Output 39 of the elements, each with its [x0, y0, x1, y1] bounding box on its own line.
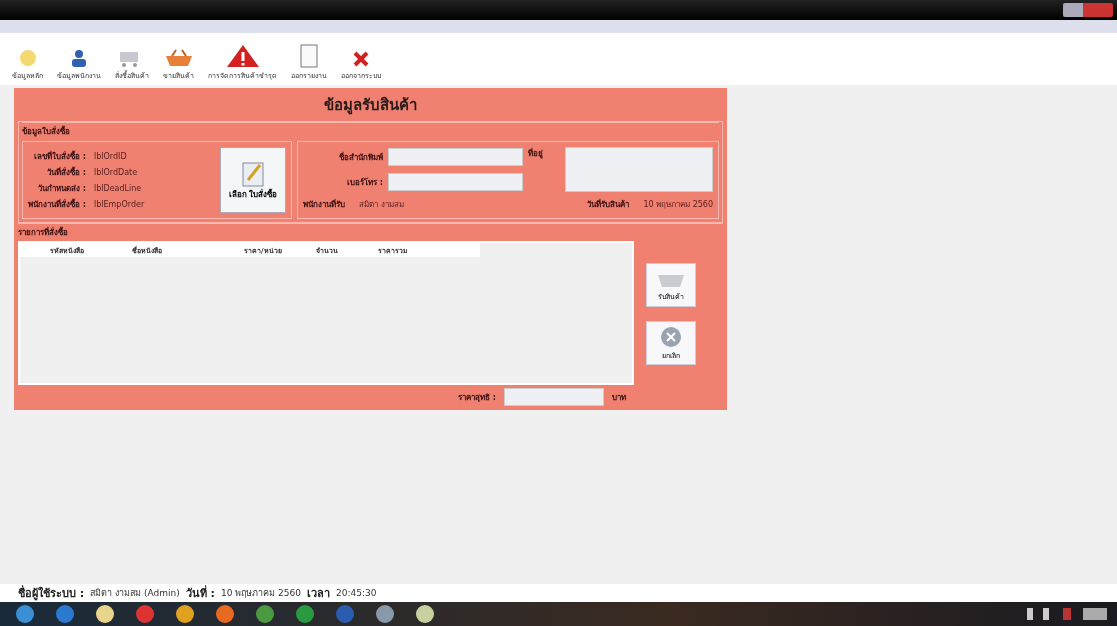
field-value: lblOrdDate [94, 167, 139, 177]
publisher-input-field[interactable] [388, 148, 523, 166]
warning-icon [225, 44, 260, 68]
select-order-button[interactable]: เลือก ใบสั่งซื้อ [220, 147, 286, 213]
group-title: รายการที่สั่งซื้อ [18, 223, 723, 239]
field-value: 10 พฤษภาคม 2560 [643, 199, 713, 211]
group-title: ข้อมูลใบสั่งซื้อ [22, 122, 719, 138]
page-icon [298, 44, 320, 68]
status-value: 10 พฤษภาคม 2560 [220, 587, 301, 600]
window-controls-icon[interactable] [1063, 3, 1113, 17]
field-label: พนักงานที่รับ [303, 198, 345, 211]
system-tray-icon[interactable] [1027, 608, 1107, 620]
field-value: lblOrdID [94, 151, 128, 161]
basket-icon [163, 48, 194, 68]
cancel-icon [660, 325, 682, 348]
field-value: lblDeadLine [94, 183, 143, 193]
status-label: ชื่อผู้ใช้ระบบ : [18, 584, 85, 602]
total-input-field[interactable] [504, 388, 604, 406]
status-value: สมิตา งามสม (Admin) [90, 587, 180, 600]
field-label: วันที่สั่งซื้อ : [46, 165, 86, 179]
status-label: วันที่ : [185, 584, 215, 602]
status-label: เวลา [307, 586, 330, 602]
field-label: วันกำหนดส่ง : [37, 182, 86, 195]
field-label: เบอร์โทร : [346, 176, 383, 189]
currency-label: บาท [612, 391, 626, 404]
field-value: สมิตา งามสม [359, 199, 405, 211]
address-input-field[interactable] [565, 147, 713, 192]
field-label: พนักงานที่สั่งซื้อ : [28, 197, 86, 211]
form-heading: ข้อมูลรับสินค้า [323, 95, 418, 117]
status-value: 20:45:30 [336, 588, 377, 598]
phone-input-field[interactable] [388, 173, 523, 191]
field-label: วันที่รับสินค้า [587, 198, 630, 211]
field-label: เลขที่ใบสั่งซื้อ : [33, 149, 86, 163]
close-icon [352, 50, 370, 68]
field-label: ชื่อสำนักพิมพ์ [338, 151, 383, 164]
field-label: ที่อยู่ [528, 147, 544, 160]
notepad-icon [240, 159, 266, 188]
field-label: ราคาสุทธิ : [458, 391, 496, 404]
field-value: lblEmpOrder [94, 199, 145, 209]
